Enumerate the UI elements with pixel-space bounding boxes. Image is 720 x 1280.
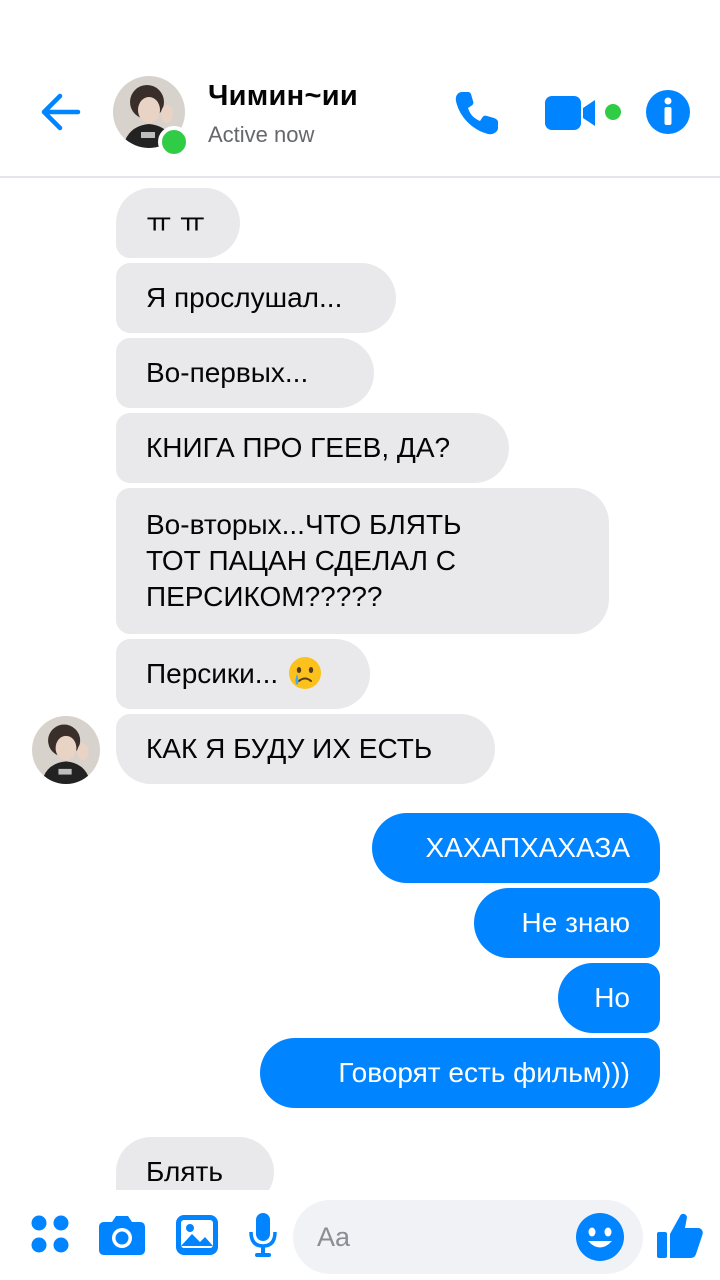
message-text: КНИГА ПРО ГЕЕВ, ДА? — [146, 432, 451, 463]
message-bubble-incoming[interactable]: Я прослушал... — [116, 263, 396, 333]
message-input[interactable]: Aa — [293, 1200, 643, 1274]
message-text: Не знаю — [521, 907, 630, 938]
contact-name[interactable]: Чимин~ии — [208, 80, 358, 113]
info-icon[interactable] — [645, 89, 691, 135]
apps-icon[interactable] — [30, 1214, 70, 1254]
message-bubble-incoming[interactable]: Персики... — [116, 639, 370, 709]
emoji-icon[interactable] — [575, 1212, 625, 1262]
message-bubble-incoming[interactable]: КНИГА ПРО ГЕЕВ, ДА? — [116, 413, 509, 483]
message-text-line: ПЕРСИКОМ????? — [146, 581, 383, 612]
message-text: ХАХАПХАХАЗА — [425, 832, 631, 863]
sender-avatar[interactable] — [32, 716, 100, 784]
message-composer: Aa — [0, 1190, 720, 1280]
back-arrow-icon[interactable] — [38, 88, 88, 136]
conversation-header: Чимин~ии Active now — [0, 0, 720, 178]
message-input-placeholder: Aa — [317, 1222, 351, 1252]
phone-icon[interactable] — [452, 88, 502, 138]
message-bubble-outgoing[interactable]: ХАХАПХАХАЗА — [372, 813, 660, 883]
online-indicator — [158, 126, 190, 158]
message-text-line: ТОТ ПАЦАН СДЕЛАЛ С — [146, 545, 456, 576]
microphone-icon[interactable] — [248, 1212, 278, 1258]
active-status: Active now — [208, 122, 315, 147]
message-bubble-incoming[interactable]: КАК Я БУДУ ИХ ЕСТЬ — [116, 714, 495, 784]
message-text: Персики... — [146, 658, 279, 689]
message-bubble-outgoing[interactable]: Говорят есть фильм))) — [260, 1038, 660, 1108]
message-text: ㅠ ㅠ — [146, 207, 206, 238]
thumbs-up-icon[interactable] — [656, 1210, 704, 1260]
message-text: Я прослушал... — [146, 282, 343, 313]
message-bubble-incoming[interactable]: Блять — [116, 1137, 274, 1190]
message-text: Блять — [146, 1156, 223, 1187]
message-bubble-incoming[interactable]: ㅠ ㅠ — [116, 188, 240, 258]
message-text: Говорят есть фильм))) — [338, 1057, 630, 1088]
gallery-icon[interactable] — [175, 1214, 219, 1256]
message-bubble-outgoing[interactable]: Но — [558, 963, 660, 1033]
video-camera-icon[interactable] — [545, 94, 625, 134]
message-text-line: Во-вторых...ЧТО БЛЯТЬ — [146, 509, 462, 540]
message-text: КАК Я БУДУ ИХ ЕСТЬ — [146, 733, 433, 764]
crying-face-emoji-icon — [288, 657, 321, 689]
message-thread[interactable]: ㅠ ㅠ Я прослушал... Во-первых... КНИГА ПР… — [0, 178, 720, 1190]
message-bubble-incoming[interactable]: Во-вторых...ЧТО БЛЯТЬ ТОТ ПАЦАН СДЕЛАЛ С… — [116, 488, 609, 634]
message-bubble-outgoing[interactable]: Не знаю — [474, 888, 660, 958]
message-bubble-incoming[interactable]: Во-первых... — [116, 338, 374, 408]
message-text: Но — [594, 982, 630, 1013]
camera-icon[interactable] — [98, 1214, 146, 1256]
message-text: Во-первых... — [146, 357, 309, 388]
